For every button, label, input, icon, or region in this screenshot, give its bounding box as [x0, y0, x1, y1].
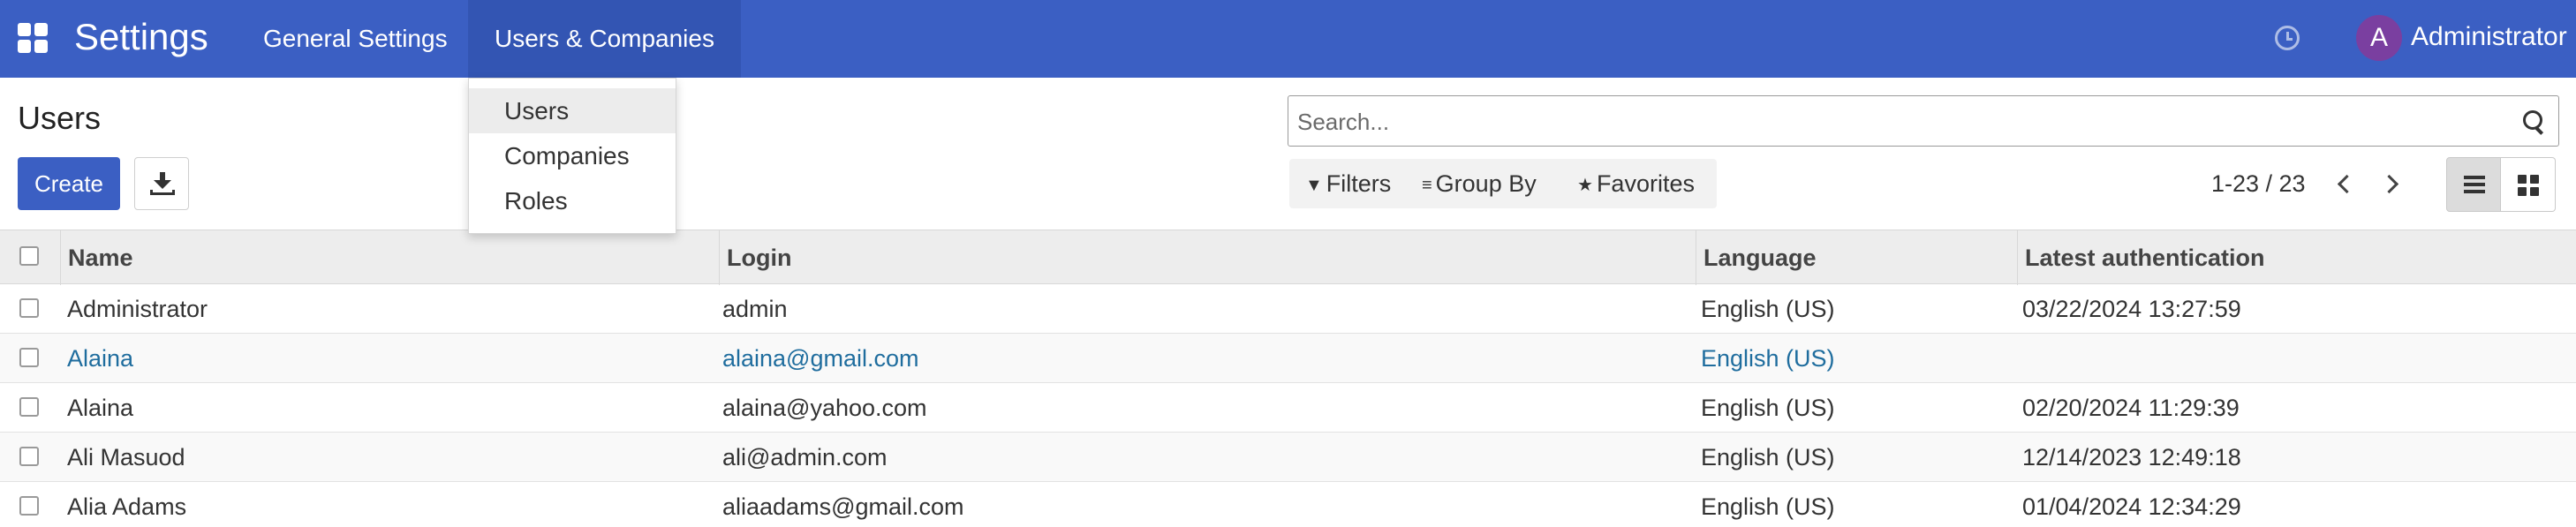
- cell-language: English (US): [1701, 493, 1835, 520]
- bars-icon: ≡: [1422, 175, 1432, 195]
- column-header-latest-authentication[interactable]: Latest authentication: [2017, 230, 2576, 285]
- cell-language: English (US): [1701, 444, 1835, 471]
- menu-general-settings[interactable]: General Settings: [237, 0, 474, 78]
- group-by-button[interactable]: ≡ Group By: [1422, 159, 1537, 208]
- chevron-right-icon[interactable]: [2377, 171, 2404, 198]
- cell-latest-authentication: 03/22/2024 13:27:59: [2022, 296, 2241, 322]
- favorites-button[interactable]: ★ Favorites: [1577, 159, 1695, 208]
- cell-name: Alia Adams: [67, 493, 187, 520]
- list-view-button[interactable]: [2446, 157, 2501, 212]
- top-navbar: Settings General Settings Users & Compan…: [0, 0, 2576, 78]
- column-header-name[interactable]: Name: [60, 230, 719, 285]
- row-checkbox[interactable]: [19, 298, 39, 318]
- cell-login: ali@admin.com: [722, 444, 888, 471]
- filters-label: Filters: [1326, 170, 1392, 197]
- table-row[interactable]: Administrator admin English (US) 03/22/2…: [0, 284, 2576, 334]
- table-row[interactable]: Alaina alaina@gmail.com English (US): [0, 334, 2576, 383]
- row-checkbox[interactable]: [19, 447, 39, 466]
- cell-latest-authentication: 12/14/2023 12:49:18: [2022, 444, 2241, 471]
- row-checkbox[interactable]: [19, 348, 39, 367]
- table-header: Name Login Language Latest authenticatio…: [0, 230, 2576, 285]
- download-button[interactable]: [134, 157, 189, 210]
- kanban-icon: [2518, 175, 2539, 196]
- row-checkbox[interactable]: [19, 496, 39, 516]
- page-title: Users: [18, 100, 102, 136]
- list-icon: [2464, 176, 2485, 193]
- chevron-left-icon[interactable]: [2331, 171, 2358, 198]
- cell-latest-authentication: 01/04/2024 12:34:29: [2022, 493, 2241, 520]
- app-name[interactable]: Settings: [74, 14, 208, 60]
- menu-users-companies[interactable]: Users & Companies: [468, 0, 741, 78]
- search-input[interactable]: [1297, 105, 2498, 139]
- dropdown-item-companies[interactable]: Companies: [469, 133, 676, 178]
- cell-language: English (US): [1701, 345, 1835, 372]
- filters-button[interactable]: ▼ Filters: [1305, 159, 1391, 208]
- create-button[interactable]: Create: [18, 157, 120, 210]
- cell-name: Alaina: [67, 345, 134, 372]
- clock-icon[interactable]: [2275, 26, 2300, 50]
- cell-name: Ali Masuod: [67, 444, 185, 471]
- cell-language: English (US): [1701, 296, 1835, 322]
- cell-language: English (US): [1701, 395, 1835, 421]
- kanban-view-button[interactable]: [2501, 157, 2556, 212]
- star-icon: ★: [1577, 175, 1593, 195]
- cell-latest-authentication: 02/20/2024 11:29:39: [2022, 395, 2240, 421]
- dropdown-item-roles[interactable]: Roles: [469, 178, 676, 223]
- group-by-label: Group By: [1435, 170, 1537, 197]
- user-menu-name[interactable]: Administrator: [2411, 18, 2567, 56]
- cell-name: Alaina: [67, 395, 134, 421]
- cell-name: Administrator: [67, 296, 208, 322]
- search-icon[interactable]: [2521, 109, 2546, 133]
- column-header-login[interactable]: Login: [719, 230, 1696, 285]
- pager-value[interactable]: 1-23 / 23: [2211, 166, 2306, 201]
- users-companies-dropdown: Users Companies Roles: [468, 78, 676, 234]
- select-all-checkbox[interactable]: [19, 246, 39, 266]
- search-options-bar: ▼ Filters ≡ Group By ★ Favorites: [1289, 159, 1717, 208]
- search-bar: [1288, 95, 2559, 147]
- cell-login: aliaadams@gmail.com: [722, 493, 964, 520]
- filter-icon: ▼: [1305, 175, 1323, 195]
- table-row[interactable]: Ali Masuod ali@admin.com English (US) 12…: [0, 433, 2576, 482]
- dropdown-item-users[interactable]: Users: [469, 88, 676, 133]
- favorites-label: Favorites: [1596, 170, 1695, 197]
- cell-login: admin: [722, 296, 788, 322]
- table-row[interactable]: Alia Adams aliaadams@gmail.com English (…: [0, 482, 2576, 527]
- avatar[interactable]: A: [2356, 15, 2402, 61]
- table-row[interactable]: Alaina alaina@yahoo.com English (US) 02/…: [0, 383, 2576, 433]
- cell-login: alaina@gmail.com: [722, 345, 919, 372]
- app-grid-icon[interactable]: [18, 23, 48, 53]
- column-header-language[interactable]: Language: [1696, 230, 2017, 285]
- cell-login: alaina@yahoo.com: [722, 395, 927, 421]
- row-checkbox[interactable]: [19, 397, 39, 417]
